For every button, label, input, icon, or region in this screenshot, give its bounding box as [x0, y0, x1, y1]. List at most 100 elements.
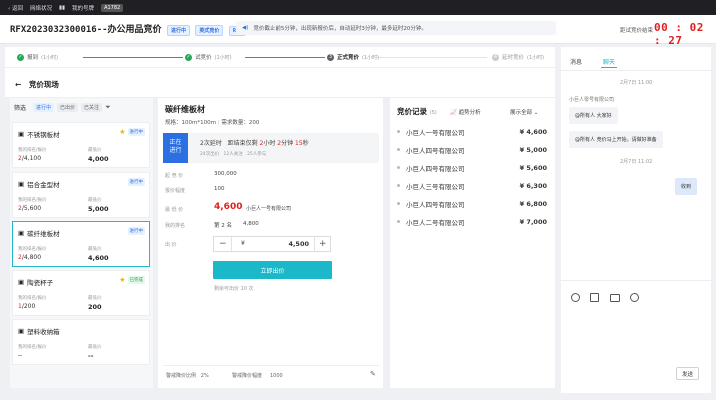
quick-reply-icon[interactable] [630, 293, 639, 302]
bullet [397, 220, 400, 223]
box-icon: ▣ [18, 327, 25, 335]
divider [314, 237, 315, 251]
stage-label: 试竞价 [195, 55, 212, 61]
chat-time: 2月7日 11:02 [620, 159, 653, 165]
arrow-left-icon[interactable]: ← [15, 80, 21, 89]
follow-count: 12人关注 [223, 152, 243, 157]
step-label: 报价幅度 [165, 188, 186, 194]
speaker-icon: ◀) [242, 25, 249, 31]
my-price: /4,100 [21, 155, 42, 162]
best-price: 4,600 [88, 254, 109, 262]
page-title: RFX2023032300016--办公用品竞价 进行中 英式竞价 RMB ⌃ [10, 22, 256, 36]
type-badge: 英式竞价 [195, 25, 224, 36]
item-status: ★ 已完成 [119, 276, 145, 284]
emoji-icon[interactable] [571, 293, 580, 302]
filter-tag-followed[interactable]: 已关注 [81, 103, 103, 112]
plate-label: 我的号牌 [72, 5, 95, 12]
bid-label: 出 价 [165, 242, 177, 248]
status-tag: 进行中 [127, 178, 145, 186]
tab-messages[interactable]: 消息 [570, 57, 582, 66]
divider [561, 70, 711, 71]
best-price: 5,000 [88, 205, 109, 213]
warn-ratio-value: 2% [200, 373, 209, 379]
star-icon[interactable]: ★ [119, 276, 125, 284]
item-name-text: 铝合金型材 [27, 181, 60, 189]
record-row: 小巨人四号有限公司 ¥ 6,800 [397, 195, 547, 212]
rank-label: 我的排名/报价 [18, 296, 47, 301]
lowest-price-owner: 小巨人一号有限公司 [246, 206, 292, 212]
tab-chat[interactable]: 聊天 [603, 57, 615, 66]
tab-underline [601, 67, 617, 68]
stage-duration: (1小时) [41, 54, 59, 61]
item-card[interactable]: ▣ 塑料收纳箱 我的排名/报价 -- 最低价 -- [12, 319, 150, 365]
edit-icon[interactable]: ✎ [370, 370, 376, 378]
hours-unit: 小时 [263, 140, 276, 147]
plus-button[interactable]: + [319, 239, 327, 249]
stage-label: 报到 [27, 55, 39, 61]
record-company: 小巨人三号有限公司 [406, 182, 465, 191]
best-label: 最低价 [88, 198, 102, 203]
record-price: ¥ 5,600 [519, 163, 547, 172]
filter-bar: 筛选 进行中 已出价 已关注 ⏷ [14, 103, 111, 112]
rank-value: 1/200 [18, 303, 35, 310]
check-icon: ✓ [17, 53, 24, 61]
filter-tag-bid[interactable]: 已出价 [57, 103, 79, 112]
bid-input[interactable]: 4,500 [284, 240, 309, 248]
chart-icon: 📈 [450, 110, 457, 116]
item-card-selected[interactable]: ▣ 碳纤维板材 进行中 我的排名/报价 2/4,800 最低价 4,600 [12, 221, 150, 267]
start-price-label: 起 竞 价 [165, 173, 184, 179]
stage-step: 3 正式竞价 (1小时) [327, 53, 379, 61]
back-link[interactable]: ‹ 返回 [8, 4, 23, 12]
record-price: ¥ 5,000 [519, 145, 547, 154]
item-name-text: 不锈钢板材 [27, 131, 60, 139]
rank-label: 我的排名/报价 [18, 148, 47, 153]
extend-count: 2次延时 [200, 140, 222, 147]
filter-tag-ongoing[interactable]: 进行中 [33, 103, 55, 112]
bullet [397, 148, 400, 151]
status-tag: 进行中 [127, 227, 145, 235]
countdown-label: 距试竞价结束 [620, 28, 654, 34]
rank-label: 我的排名/报价 [18, 345, 47, 350]
bid-stepper: − ¥ 4,500 + [213, 236, 331, 252]
remaining-bids: 剩余可出价 10 次 [214, 286, 254, 292]
check-icon: ✓ [185, 53, 192, 61]
rule-notice: ◀) 竞价截止前5分钟，出现新报价后，自动延时3分钟，最多延时20分钟。 [236, 21, 556, 35]
best-label: 最低价 [88, 296, 102, 301]
stage-step: ✓ 报到 (1小时) [17, 53, 58, 61]
record-company: 小巨人四号有限公司 [406, 200, 465, 209]
round-stats: 24次出价 12人关注 25人参与 [200, 151, 266, 157]
folder-icon[interactable] [610, 294, 620, 302]
stage-progress: ✓ 报到 (1小时) ✓ 试竞价 (1小时) 3 正式竞价 (1小时) 4 延时… [5, 47, 555, 67]
filter-icon[interactable]: ⏷ [105, 103, 111, 112]
chevron-down-icon: ⌄ [533, 110, 539, 116]
stage-duration: (1小时) [214, 54, 232, 61]
currency-symbol: ¥ [241, 240, 245, 247]
item-name-text: 碳纤维板材 [27, 230, 60, 238]
minus-button[interactable]: − [219, 239, 227, 249]
spec-text: 规格：100m*100m [165, 120, 216, 126]
item-card[interactable]: ▣ 不锈钢板材 ★ 进行中 我的排名/报价 2/4,100 最低价 4,000 [12, 122, 150, 168]
item-card[interactable]: ▣ 铝合金型材 进行中 我的排名/报价 2/5,600 最低价 5,000 [12, 172, 150, 218]
image-icon[interactable] [590, 293, 599, 302]
record-price: ¥ 7,000 [519, 217, 547, 226]
item-status: ★ 进行中 [119, 128, 145, 136]
chat-message: @所有人 大家好 [569, 107, 618, 124]
detail-title: 碳纤维板材 [165, 105, 205, 114]
rank-value: 2/4,800 [18, 254, 41, 261]
trend-analysis-link[interactable]: 📈 趋势分析 [450, 108, 481, 116]
hall-title[interactable]: ← 竞价现场 [15, 79, 59, 90]
divider: | [217, 120, 220, 126]
hall-header: ← 竞价现场 [5, 68, 555, 98]
item-name: ▣ 铝合金型材 [18, 179, 60, 189]
show-all-dropdown[interactable]: 展示全部 ⌄ [510, 108, 538, 116]
seconds-unit: 秒 [302, 140, 309, 147]
submit-bid-button[interactable]: 立即出价 [213, 261, 332, 279]
star-icon[interactable]: ★ [119, 128, 125, 136]
seconds: 15 [295, 140, 303, 147]
item-card[interactable]: ▣ 陶瓷杯子 ★ 已完成 我的排名/报价 1/200 最低价 200 [12, 270, 150, 316]
stage-step: 4 延时竞价 (1小时) [492, 53, 544, 61]
warn-ratio-label: 警戒降价比例 [166, 373, 197, 379]
stage-label: 延时竞价 [502, 55, 525, 61]
send-button[interactable]: 发送 [676, 367, 699, 380]
best-price: -- [88, 352, 94, 360]
